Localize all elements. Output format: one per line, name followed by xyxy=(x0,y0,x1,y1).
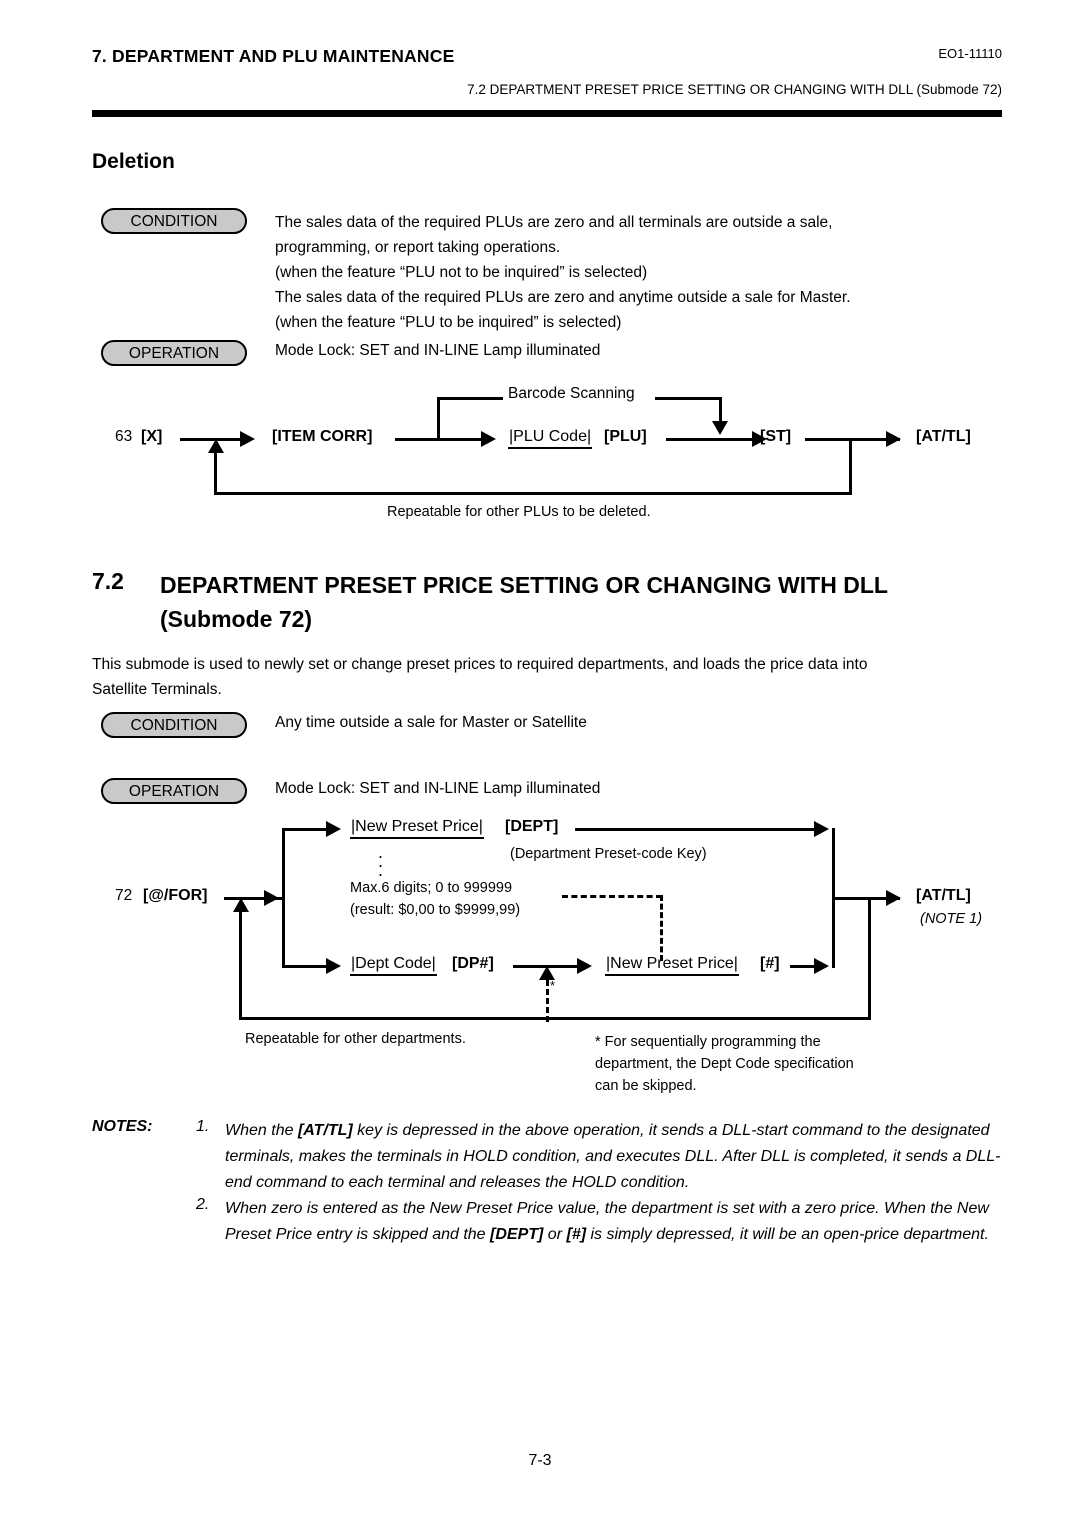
range-line-2: (result: $0,00 to $9999,99) xyxy=(350,902,521,918)
barcode-bracket-right-drop xyxy=(719,397,722,421)
barcode-scanning-label: Barcode Scanning xyxy=(508,385,635,402)
vertical-ellipsis: ... xyxy=(378,842,384,880)
s72-arrowhead-hash-collector xyxy=(814,958,829,974)
loop-bottom xyxy=(214,492,852,495)
barcode-arrow-down xyxy=(712,421,728,435)
section-title-line1: DEPARTMENT PRESET PRICE SETTING OR CHANG… xyxy=(160,572,888,598)
asterisk-marker: * xyxy=(550,978,556,993)
s72-loop-bottom xyxy=(239,1017,871,1020)
arrowhead-to-itemcorr xyxy=(240,431,255,447)
note-2-key-hash: [#] xyxy=(566,1226,587,1243)
note-2-number: 2. xyxy=(196,1196,210,1213)
s72-branch-lower xyxy=(282,965,330,968)
note-1-pre: When the xyxy=(225,1122,298,1139)
s72-operation-pill: OPERATION xyxy=(101,778,247,804)
deletion-condition-pill: CONDITION xyxy=(101,208,247,234)
arrow-line-itemcorr-to-plu xyxy=(395,438,483,441)
deletion-start-number: 63 xyxy=(115,428,133,445)
s72-arrowhead-lower xyxy=(326,958,341,974)
key-item-corr: [ITEM CORR] xyxy=(272,428,373,445)
s72-loop-arrowhead-up xyxy=(233,898,249,912)
s72-arrowhead-to-split xyxy=(264,890,279,906)
dashed-bypass-horizontal xyxy=(562,895,662,898)
s72-start-number: 72 xyxy=(115,887,133,904)
note-2-key-dept: [DEPT] xyxy=(490,1226,544,1243)
dept-preset-code-caption: (Department Preset-code Key) xyxy=(510,846,707,862)
page-header-chapter: 7. DEPARTMENT AND PLU MAINTENANCE xyxy=(92,46,455,66)
dashed-bypass-vertical xyxy=(660,895,663,961)
note-2-post: is simply depressed, it will be an open-… xyxy=(586,1226,989,1243)
field-dept-code: Dept Code xyxy=(350,955,437,976)
range-line-1: Max.6 digits; 0 to 999999 xyxy=(350,880,513,896)
loop-arrowhead-up xyxy=(208,439,224,453)
s72-split-trunk xyxy=(282,828,285,968)
key-at-tl: [AT/TL] xyxy=(916,428,971,445)
deletion-start-key-x: [X] xyxy=(141,428,163,445)
deletion-heading: Deletion xyxy=(92,150,175,173)
s72-loop-right-down xyxy=(868,897,871,1020)
key-dp-hash: [DP#] xyxy=(452,955,494,972)
loop-left-up xyxy=(214,452,217,495)
key-st: [ST] xyxy=(760,428,792,445)
loop-right-down xyxy=(849,438,852,495)
section-title-line2: (Submode 72) xyxy=(160,606,313,632)
running-head: 7.2 DEPARTMENT PRESET PRICE SETTING OR C… xyxy=(467,82,1002,97)
barcode-bracket-left-top xyxy=(437,397,503,400)
s72-arrowhead-attl xyxy=(886,890,901,906)
s72-arrowhead-dept-collector xyxy=(814,821,829,837)
s72-attl-note: (NOTE 1) xyxy=(920,911,983,927)
s72-start-key-atfor: [@/FOR] xyxy=(143,887,208,904)
page-number: 7-3 xyxy=(528,1452,552,1469)
document-page: 7. DEPARTMENT AND PLU MAINTENANCE EO1-11… xyxy=(0,0,1080,1528)
s72-loop-left-up xyxy=(239,911,242,1020)
note-1-number: 1. xyxy=(196,1118,210,1135)
note-1-body: When the [AT/TL] key is depressed in the… xyxy=(225,1118,1015,1196)
note-2-body: When zero is entered as the New Preset P… xyxy=(225,1196,1015,1248)
s72-operation-text: Mode Lock: SET and IN-LINE Lamp illumina… xyxy=(275,780,601,797)
section-title-72: DEPARTMENT PRESET PRICE SETTING OR CHANG… xyxy=(160,568,1020,636)
deletion-repeat-note: Repeatable for other PLUs to be deleted. xyxy=(387,504,651,520)
s72-repeat-note: Repeatable for other departments. xyxy=(245,1031,466,1047)
s72-arrowhead-upper xyxy=(326,821,341,837)
section-intro-text: This submode is used to newly set or cha… xyxy=(92,656,868,698)
arrowhead-to-plu xyxy=(481,431,496,447)
barcode-bracket-right-top xyxy=(655,397,722,400)
document-code: EO1-11110 xyxy=(938,46,1002,61)
deletion-operation-pill: OPERATION xyxy=(101,340,247,366)
notes-label: NOTES: xyxy=(92,1118,153,1135)
key-dept: [DEPT] xyxy=(505,818,559,835)
asterisk-dashed-riser xyxy=(546,980,549,1022)
deletion-operation-text: Mode Lock: SET and IN-LINE Lamp illumina… xyxy=(275,342,601,359)
key-hash: [#] xyxy=(760,955,780,972)
barcode-bracket-left-drop xyxy=(437,397,440,439)
field-plu-code: PLU Code xyxy=(508,428,593,449)
field-new-preset-price-hash: New Preset Price xyxy=(605,955,739,976)
arrowhead-to-attl xyxy=(886,431,901,447)
s72-key-at-tl: [AT/TL] xyxy=(916,887,971,904)
deletion-condition-text: The sales data of the required PLUs are … xyxy=(275,214,851,331)
key-plu: [PLU] xyxy=(604,428,647,445)
s72-condition-text: Any time outside a sale for Master or Sa… xyxy=(275,714,587,731)
note-1-key-attl: [AT/TL] xyxy=(297,1122,353,1139)
s72-condition-pill: CONDITION xyxy=(101,712,247,738)
s72-branch-upper xyxy=(282,828,330,831)
header-rule xyxy=(92,110,1002,117)
note-2-mid: or xyxy=(543,1226,567,1243)
asterisk-footnote: * For sequentially programming the depar… xyxy=(595,1034,854,1094)
section-number-72: 7.2 xyxy=(92,568,124,594)
s72-line-dept-to-collector xyxy=(575,828,825,831)
field-new-preset-price-dept: New Preset Price xyxy=(350,818,484,839)
s72-arrowhead-dp-to-price xyxy=(577,958,592,974)
arrow-line-plu-to-st xyxy=(666,438,754,441)
